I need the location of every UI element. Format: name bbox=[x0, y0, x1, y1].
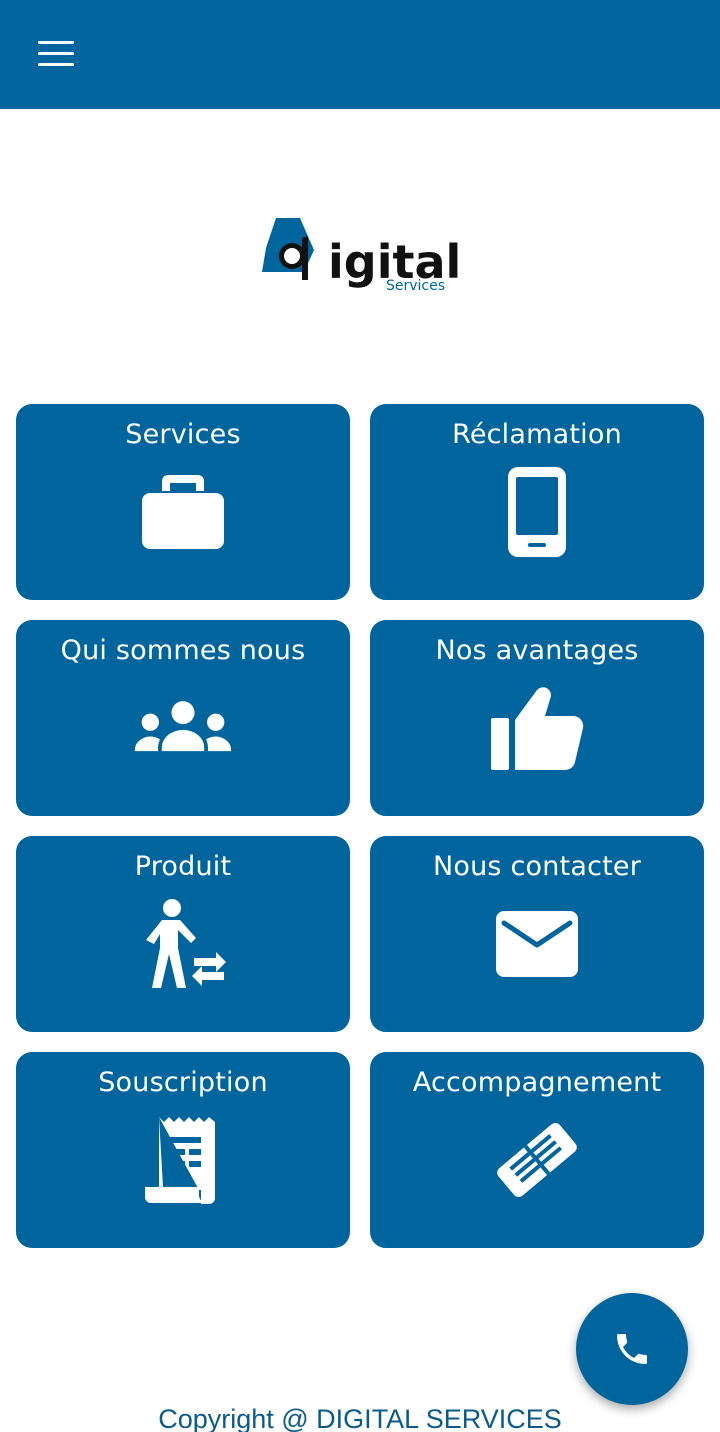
tile-produit[interactable]: Produit bbox=[16, 836, 350, 1032]
tile-qui-sommes-nous[interactable]: Qui sommes nous bbox=[16, 620, 350, 816]
tile-label: Réclamation bbox=[452, 419, 622, 450]
receipt-icon bbox=[133, 1110, 233, 1210]
phone-icon bbox=[617, 1334, 647, 1364]
tile-souscription[interactable]: Souscription bbox=[16, 1052, 350, 1248]
tile-services[interactable]: Services bbox=[16, 404, 350, 600]
person-exchange-icon bbox=[133, 894, 233, 994]
thumbs-up-icon bbox=[487, 678, 587, 778]
tile-label: Accompagnement bbox=[412, 1067, 662, 1098]
group-icon bbox=[133, 678, 233, 778]
tile-reclamation[interactable]: Réclamation bbox=[370, 404, 704, 600]
tile-label: Produit bbox=[134, 851, 232, 882]
envelope-icon bbox=[487, 894, 587, 994]
smartphone-icon bbox=[487, 462, 587, 562]
tile-label: Qui sommes nous bbox=[60, 635, 306, 666]
tile-label: Nos avantages bbox=[435, 635, 639, 666]
tile-nous-contacter[interactable]: Nous contacter bbox=[370, 836, 704, 1032]
tile-nos-avantages[interactable]: Nos avantages bbox=[370, 620, 704, 816]
menu-grid: Services Réclamation Qui sommes nous Nos… bbox=[16, 404, 704, 1248]
hamburger-menu-icon[interactable] bbox=[28, 32, 84, 74]
briefcase-icon bbox=[133, 462, 233, 562]
handshake-icon bbox=[487, 1110, 587, 1210]
digital-services-logo: igital Services bbox=[256, 210, 466, 300]
top-app-bar bbox=[0, 0, 720, 109]
call-button[interactable] bbox=[576, 1293, 688, 1405]
tile-label: Nous contacter bbox=[432, 851, 642, 882]
tile-accompagnement[interactable]: Accompagnement bbox=[370, 1052, 704, 1248]
copyright-text: Copyright @ DIGITAL SERVICES bbox=[158, 1404, 562, 1432]
tile-label: Services bbox=[125, 419, 241, 450]
logo-subtitle: Services bbox=[386, 278, 445, 294]
tile-label: Souscription bbox=[98, 1067, 268, 1098]
